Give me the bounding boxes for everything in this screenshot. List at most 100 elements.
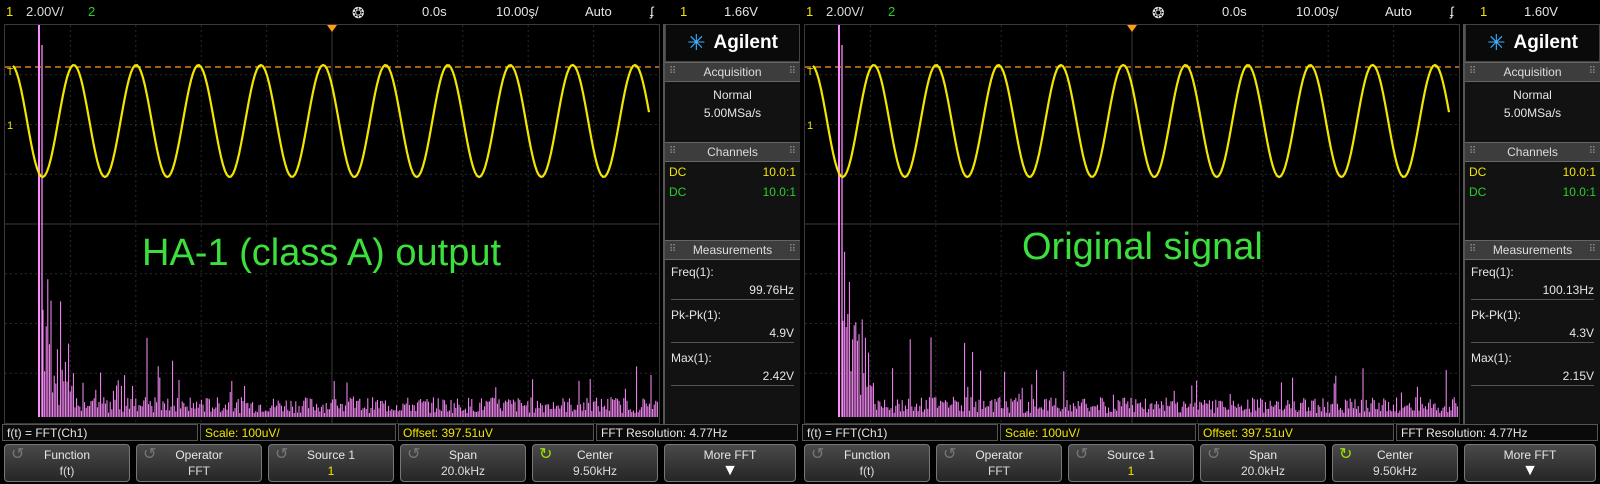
function-scale: Scale: 100uV/ [200, 424, 396, 441]
side-panel: ✳ Agilent Acquisition Normal 5.00MSa/s Ch… [663, 24, 800, 424]
softkey-function[interactable]: ↺ Function f(t) [4, 444, 130, 482]
channel-coupling: DC [1469, 185, 1487, 199]
graticule: T1 [804, 24, 1460, 424]
channel-coupling: DC [669, 165, 687, 179]
fft-resolution: FFT Resolution: 4.77Hz [596, 424, 798, 441]
trigger-channel[interactable]: 1 [680, 4, 687, 19]
time-offset[interactable]: 0.0s [1222, 4, 1247, 19]
softkey-label: More FFT [1503, 448, 1557, 462]
time-offset[interactable]: 0.0s [422, 4, 447, 19]
ch1-number[interactable]: 1 [806, 4, 813, 19]
ch2-number[interactable]: 2 [88, 4, 95, 19]
softkey-operator[interactable]: ↺ Operator FFT [136, 444, 262, 482]
trigger-level-marker: T [7, 67, 13, 78]
softkey-value: 9.50kHz [572, 464, 618, 478]
measurement-label: Pk-Pk(1): [671, 308, 722, 322]
ch2-number[interactable]: 2 [888, 4, 895, 19]
trigger-position-marker [1127, 25, 1137, 32]
channels-header: Channels [1465, 142, 1600, 162]
channel-probe: 10.0:1 [762, 165, 796, 179]
acquisition-mode: Normal [713, 88, 752, 102]
measurements-section: Freq(1): 99.76Hz Pk-Pk(1): 4.9V Max(1): … [665, 260, 800, 395]
softkey-span[interactable]: ↺ Span 20.0kHz [1200, 444, 1326, 482]
brand-logo: ✳ Agilent [1465, 24, 1600, 62]
channel-probe: 10.0:1 [1562, 185, 1596, 199]
trigger-position-icon: ❂ [352, 5, 365, 22]
measurement-value: 100.13Hz [1471, 281, 1594, 300]
channel-probe: 10.0:1 [762, 185, 796, 199]
acquisition-section: Normal 5.00MSa/s [665, 82, 800, 142]
softkey-bar: ↺ Function f(t) ↺ Operator FFT ↺ Source 11 ↺ S… [0, 444, 800, 484]
channel-coupling: DC [1469, 165, 1487, 179]
softkey-value: 20.0kHz [440, 464, 486, 478]
trigger-channel[interactable]: 1 [1480, 4, 1487, 19]
softkey-more-fft[interactable]: More FFT ▼ [1464, 444, 1596, 482]
trigger-edge-icon: ʄ [1450, 4, 1454, 19]
measurement-label: Freq(1): [671, 265, 714, 279]
trigger-position-icon: ❂ [1152, 5, 1165, 22]
trigger-mode[interactable]: Auto [585, 4, 612, 19]
measurement-value: 99.76Hz [671, 281, 794, 300]
softkey-value: FFT [988, 464, 1010, 478]
ch1-number[interactable]: 1 [6, 4, 13, 19]
channel-coupling: DC [669, 185, 687, 199]
measurements-section: Freq(1): 100.13Hz Pk-Pk(1): 4.3V Max(1):… [1465, 260, 1600, 395]
rotate-knob-icon: ↺ [1207, 446, 1221, 463]
function-bar: f(t) = FFT(Ch1) Scale: 100uV/ Offset: 39… [800, 424, 1600, 442]
status-bar: 1 2.00V/ 2 ❂ 0.0s 10.00ş/ Auto ʄ 1 1.60V [800, 0, 1600, 24]
measurements-header: Measurements [665, 240, 800, 260]
rotate-knob-icon: ↻ [539, 446, 553, 463]
ch1-sine-trace [12, 63, 651, 179]
measurement-label: Freq(1): [1471, 265, 1514, 279]
measurement-value: 2.15V [1471, 367, 1594, 386]
measurement-value: 4.9V [671, 324, 794, 343]
trigger-mode[interactable]: Auto [1385, 4, 1412, 19]
fft-resolution: FFT Resolution: 4.77Hz [1396, 424, 1598, 441]
down-arrow-icon: ▼ [722, 462, 738, 479]
time-scale[interactable]: 10.00ş/ [496, 4, 539, 19]
down-arrow-icon: ▼ [1522, 462, 1538, 479]
measurements-header: Measurements [1465, 240, 1600, 260]
brand-name: Agilent [1513, 32, 1578, 53]
softkey-bar: ↺ Function f(t) ↺ Operator FFT ↺ Source 11 ↺ S… [800, 444, 1600, 484]
measurement-label: Max(1): [1471, 351, 1512, 365]
waveform-display: T1 [5, 25, 659, 423]
softkey-operator[interactable]: ↺ Operator FFT [936, 444, 1062, 482]
rotate-knob-icon: ↺ [143, 446, 157, 463]
softkey-value: f(t) [59, 464, 75, 478]
ch1-ground-marker: 1 [807, 120, 813, 132]
status-bar: 1 2.00V/ 2 ❂ 0.0s 10.00ş/ Auto ʄ 1 1.66V [0, 0, 800, 24]
softkey-span[interactable]: ↺ Span 20.0kHz [400, 444, 526, 482]
channel-row: DC 10.0:1 [665, 162, 800, 182]
channels-header: Channels [665, 142, 800, 162]
acquisition-section: Normal 5.00MSa/s [1465, 82, 1600, 142]
softkey-value: FFT [188, 464, 210, 478]
channel-row: DC 10.0:1 [665, 182, 800, 202]
softkey-value: 1 [327, 464, 335, 478]
function-offset: Offset: 397.51uV [1198, 424, 1394, 441]
softkey-label: More FFT [703, 448, 757, 462]
ch1-scale[interactable]: 2.00V/ [26, 4, 64, 19]
annotation-label: HA-1 (class A) output [142, 232, 502, 274]
function-expression: f(t) = FFT(Ch1) [2, 424, 198, 441]
softkey-center[interactable]: ↻ Center 9.50kHz [1332, 444, 1458, 482]
rotate-knob-icon: ↺ [275, 446, 289, 463]
softkey-more-fft[interactable]: More FFT ▼ [664, 444, 796, 482]
time-scale[interactable]: 10.00ş/ [1296, 4, 1339, 19]
softkey-source[interactable]: ↺ Source 11 [1068, 444, 1194, 482]
trigger-position-marker [327, 25, 337, 32]
trigger-level[interactable]: 1.66V [724, 4, 758, 19]
softkey-center[interactable]: ↻ Center 9.50kHz [532, 444, 658, 482]
softkey-source[interactable]: ↺ Source 11 [268, 444, 394, 482]
ch1-scale[interactable]: 2.00V/ [826, 4, 864, 19]
graticule: T1 [4, 24, 660, 424]
measurement-label: Max(1): [671, 351, 712, 365]
oscilloscope-screen-left: 1 2.00V/ 2 ❂ 0.0s 10.00ş/ Auto ʄ 1 1.66V… [0, 0, 800, 484]
trigger-level-marker: T [807, 67, 813, 78]
acquisition-mode: Normal [1513, 88, 1552, 102]
rotate-knob-icon: ↺ [11, 446, 25, 463]
measurement-label: Pk-Pk(1): [1471, 308, 1522, 322]
softkey-function[interactable]: ↺ Function f(t) [804, 444, 930, 482]
agilent-spark-icon: ✳ [687, 30, 706, 55]
trigger-level[interactable]: 1.60V [1524, 4, 1558, 19]
